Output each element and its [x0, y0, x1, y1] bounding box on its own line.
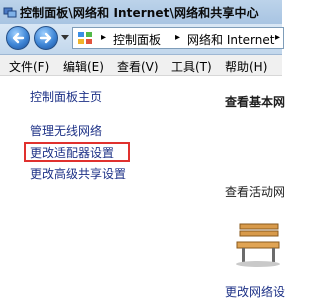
- content-heading: 查看基本网: [225, 95, 286, 109]
- change-network-settings-link[interactable]: 更改网络设: [225, 283, 285, 300]
- navigation-bar: ▸ 控制面板 ▸ 网络和 Internet ▸: [0, 24, 284, 55]
- menu-view[interactable]: 查看(V): [117, 58, 159, 75]
- active-networks-label: 查看活动网: [225, 185, 286, 199]
- forward-arrow-icon: [39, 32, 52, 44]
- title-bar: 控制面板\网络和 Internet\网络和共享中心: [0, 0, 282, 24]
- breadcrumb-separator-icon[interactable]: ▸: [101, 32, 106, 43]
- control-panel-icon: [78, 32, 92, 44]
- sidebar-item-manage-wireless[interactable]: 管理无线网络: [30, 122, 102, 139]
- menu-bar: 文件(F) 编辑(E) 查看(V) 工具(T) 帮助(H): [0, 55, 282, 76]
- bench-icon: [236, 223, 280, 267]
- back-arrow-icon: [12, 32, 25, 44]
- network-center-icon: [3, 7, 17, 18]
- sidebar-item-advanced-sharing[interactable]: 更改高级共享设置: [30, 165, 126, 182]
- back-button[interactable]: [6, 26, 30, 50]
- highlight-annotation: [24, 142, 130, 162]
- forward-button[interactable]: [34, 26, 58, 50]
- history-dropdown-icon[interactable]: [61, 35, 69, 41]
- breadcrumb-network-internet[interactable]: 网络和 Internet: [187, 31, 274, 48]
- breadcrumb-control-panel[interactable]: 控制面板: [113, 31, 161, 48]
- menu-help[interactable]: 帮助(H): [225, 58, 267, 75]
- breadcrumb-separator-icon[interactable]: ▸: [275, 32, 280, 43]
- sidebar: [0, 76, 212, 293]
- menu-tools[interactable]: 工具(T): [171, 58, 212, 75]
- breadcrumb-separator-icon[interactable]: ▸: [175, 32, 180, 43]
- sidebar-item-control-panel-home[interactable]: 控制面板主页: [30, 88, 102, 105]
- menu-file[interactable]: 文件(F): [9, 58, 49, 75]
- window-title: 控制面板\网络和 Internet\网络和共享中心: [20, 6, 259, 20]
- menu-edit[interactable]: 编辑(E): [63, 58, 104, 75]
- address-bar[interactable]: ▸ 控制面板 ▸ 网络和 Internet ▸: [72, 27, 284, 49]
